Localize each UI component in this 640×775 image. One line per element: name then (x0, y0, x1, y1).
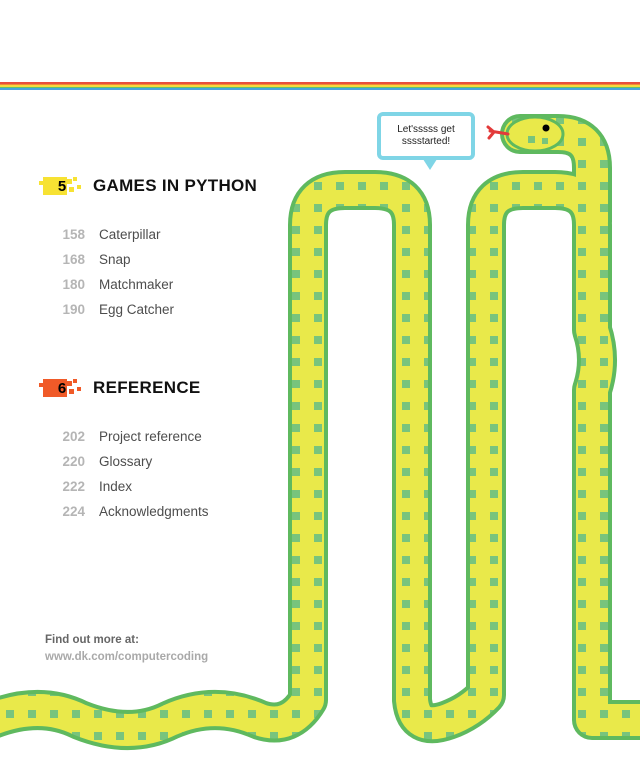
speech-bubble: Let'sssss get sssstarted! (377, 112, 475, 160)
section-head: 6 REFERENCE (45, 377, 295, 399)
toc-title: Snap (99, 252, 131, 267)
section-title: REFERENCE (93, 378, 201, 398)
toc-page: 222 (45, 479, 85, 494)
toc-page: 224 (45, 504, 85, 519)
footer-line1: Find out more at: (45, 632, 208, 649)
page-top-rule (0, 82, 640, 90)
section-title: GAMES IN PYTHON (93, 176, 257, 196)
toc-entry: 190 Egg Catcher (45, 302, 295, 317)
rule-stripe (0, 88, 640, 90)
toc-title: Index (99, 479, 132, 494)
toc-title: Egg Catcher (99, 302, 174, 317)
toc-entry: 180 Matchmaker (45, 277, 295, 292)
toc-entry: 168 Snap (45, 252, 295, 267)
toc-page: 202 (45, 429, 85, 444)
toc-page: 220 (45, 454, 85, 469)
chapter-badge-6: 6 (45, 377, 79, 399)
footer-link: Find out more at: www.dk.com/computercod… (45, 632, 208, 667)
chapter-number: 6 (58, 380, 66, 397)
section-head: 5 GAMES IN PYTHON (45, 175, 295, 197)
toc-page: 168 (45, 252, 85, 267)
snake-head (488, 117, 563, 151)
toc-list-6: 202 Project reference 220 Glossary 222 I… (45, 429, 295, 519)
speech-text: Let'sssss get sssstarted! (381, 124, 471, 149)
toc-title: Caterpillar (99, 227, 161, 242)
toc-entry: 158 Caterpillar (45, 227, 295, 242)
toc-page: 190 (45, 302, 85, 317)
toc-title: Acknowledgments (99, 504, 209, 519)
toc-page: 158 (45, 227, 85, 242)
toc-title: Glossary (99, 454, 152, 469)
toc-section-5: 5 GAMES IN PYTHON 158 Caterpillar 168 Sn… (45, 175, 295, 317)
footer-url: www.dk.com/computercoding (45, 649, 208, 666)
chapter-number: 5 (58, 178, 66, 195)
toc-page: 180 (45, 277, 85, 292)
toc-entry: 224 Acknowledgments (45, 504, 295, 519)
chapter-badge-5: 5 (45, 175, 79, 197)
toc-content: 5 GAMES IN PYTHON 158 Caterpillar 168 Sn… (45, 175, 295, 579)
toc-entry: 222 Index (45, 479, 295, 494)
toc-title: Matchmaker (99, 277, 173, 292)
toc-title: Project reference (99, 429, 202, 444)
toc-section-6: 6 REFERENCE 202 Project reference 220 Gl… (45, 377, 295, 519)
toc-entry: 220 Glossary (45, 454, 295, 469)
toc-entry: 202 Project reference (45, 429, 295, 444)
toc-list-5: 158 Caterpillar 168 Snap 180 Matchmaker … (45, 227, 295, 317)
